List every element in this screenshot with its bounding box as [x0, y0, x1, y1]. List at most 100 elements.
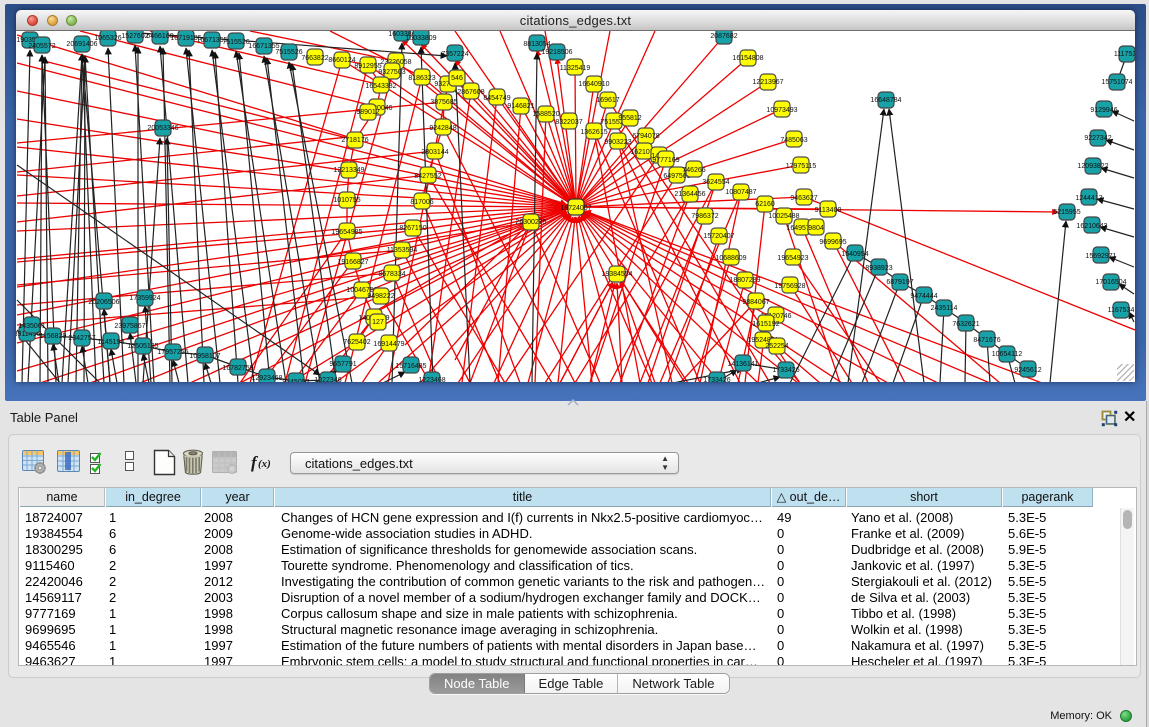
svg-text:23975867: 23975867	[114, 323, 145, 330]
svg-text:20053346: 20053346	[147, 125, 178, 132]
svg-text:1117534: 1117534	[1114, 51, 1135, 58]
svg-text:1156829: 1156829	[40, 333, 67, 340]
svg-text:15716485: 15716485	[395, 363, 426, 370]
svg-text:16648784: 16648784	[870, 97, 901, 104]
svg-text:9327503: 9327503	[378, 69, 405, 76]
svg-text:17957255: 17957255	[157, 349, 188, 356]
svg-text:9129946: 9129946	[1090, 107, 1117, 114]
svg-text:16543382: 16543382	[365, 83, 396, 90]
svg-text:10025488: 10025488	[768, 213, 799, 220]
svg-text:8427552: 8427552	[414, 173, 441, 180]
svg-text:7485063: 7485063	[780, 137, 807, 144]
svg-text:817006: 817006	[410, 199, 433, 206]
svg-text:3875685: 3875685	[430, 99, 457, 106]
svg-text:15751074: 15751074	[1101, 79, 1132, 86]
svg-text:16782759: 16782759	[222, 365, 253, 372]
svg-text:16210643: 16210643	[1076, 223, 1107, 230]
svg-text:2803144: 2803144	[421, 149, 448, 156]
svg-text:1244413: 1244413	[1075, 195, 1102, 202]
svg-text:746266: 746266	[682, 167, 705, 174]
svg-text:1615192: 1615192	[752, 321, 779, 328]
svg-text:19654985: 19654985	[331, 229, 362, 236]
svg-text:9777169: 9777169	[652, 157, 679, 164]
svg-text:1362615: 1362615	[580, 129, 607, 136]
svg-text:8267150: 8267150	[399, 225, 426, 232]
svg-text:9804: 9804	[808, 225, 824, 232]
svg-text:1145194: 1145194	[98, 339, 125, 346]
svg-text:2087682: 2087682	[710, 33, 737, 40]
svg-text:19384554: 19384554	[601, 271, 632, 278]
svg-text:12213349: 12213349	[333, 167, 364, 174]
svg-text:1167534: 1167534	[1108, 307, 1135, 314]
svg-text:1223468: 1223468	[418, 377, 445, 382]
svg-text:(x): (x)	[258, 458, 271, 470]
svg-text:8678334: 8678334	[378, 271, 405, 278]
svg-text:9498222: 9498222	[367, 293, 394, 300]
svg-text:7663822: 7663822	[301, 55, 328, 62]
svg-text:16914479: 16914479	[373, 341, 404, 348]
svg-text:10688609: 10688609	[715, 255, 746, 262]
svg-text:16640910: 16640910	[578, 81, 609, 88]
svg-text:16154808: 16154808	[732, 55, 763, 62]
svg-text:19654923: 19654923	[777, 255, 808, 262]
svg-text:17359924: 17359924	[129, 295, 160, 302]
svg-text:3624554: 3624554	[702, 179, 729, 186]
svg-text:9242848: 9242848	[429, 125, 456, 132]
svg-text:1022346: 1022346	[314, 377, 341, 382]
svg-text:9903223: 9903223	[604, 139, 631, 146]
svg-text:6794078: 6794078	[632, 133, 659, 140]
svg-text:1527602: 1527602	[121, 33, 148, 40]
svg-text:21364456: 21364456	[674, 191, 705, 198]
svg-text:7515526: 7515526	[275, 49, 302, 56]
svg-text:11353594: 11353594	[387, 247, 418, 254]
svg-text:20206506: 20206506	[88, 299, 119, 306]
svg-text:2342757: 2342757	[68, 335, 95, 342]
svg-text:12923468: 12923468	[251, 375, 282, 382]
svg-text:19756928: 19756928	[774, 283, 805, 290]
svg-text:14136141: 14136141	[727, 361, 758, 368]
svg-text:9699695: 9699695	[819, 239, 846, 246]
svg-text:10807487: 10807487	[725, 189, 756, 196]
svg-text:9146821: 9146821	[507, 103, 534, 110]
svg-text:20691406: 20691406	[66, 41, 97, 48]
svg-text:2435114: 2435114	[931, 305, 958, 312]
svg-text:169617: 169617	[596, 97, 619, 104]
svg-text:2405572: 2405572	[28, 43, 55, 50]
svg-text:9245052: 9245052	[282, 379, 309, 382]
svg-text:7986372: 7986372	[691, 213, 718, 220]
svg-text:9245612: 9245612	[1014, 367, 1041, 374]
svg-text:10958107: 10958107	[189, 353, 220, 360]
svg-text:1733426: 1733426	[703, 377, 730, 382]
svg-text:8471676: 8471676	[973, 337, 1000, 344]
svg-text:9463627: 9463627	[790, 195, 817, 202]
svg-text:12213967: 12213967	[752, 79, 783, 86]
svg-text:8322037: 8322037	[555, 119, 582, 126]
svg-text:1010755: 1010755	[333, 197, 360, 204]
svg-text:17016504: 17016504	[1095, 279, 1126, 286]
svg-text:2867608: 2867608	[457, 89, 484, 96]
svg-text:12093822: 12093822	[1077, 163, 1108, 170]
svg-text:16033809: 16033809	[405, 35, 436, 42]
svg-text:546: 546	[451, 75, 463, 82]
svg-text:19218506: 19218506	[541, 49, 572, 56]
svg-text:9113400: 9113400	[815, 207, 842, 214]
svg-text:8454749: 8454749	[483, 95, 510, 102]
svg-text:9657791: 9657791	[329, 361, 356, 368]
svg-text:15692971: 15692971	[1085, 253, 1116, 260]
svg-text:9474444: 9474444	[910, 293, 937, 300]
svg-text:10654112: 10654112	[992, 351, 1023, 358]
svg-text:6879197: 6879197	[886, 279, 913, 286]
svg-text:8938923: 8938923	[865, 265, 892, 272]
svg-text:5215955: 5215955	[1053, 209, 1080, 216]
svg-text:12505135: 12505135	[127, 343, 158, 350]
svg-text:10973493: 10973493	[766, 107, 797, 114]
svg-text:1733426: 1733426	[772, 367, 799, 374]
svg-text:17975115: 17975115	[786, 163, 817, 170]
svg-text:18807289: 18807289	[729, 277, 760, 284]
svg-text:18724007: 18724007	[560, 205, 591, 212]
svg-text:127: 127	[372, 319, 384, 326]
svg-text:8813054: 8813054	[523, 41, 550, 48]
svg-text:9884067: 9884067	[742, 299, 769, 306]
svg-text:8660124: 8660124	[328, 57, 355, 64]
svg-text:7357224: 7357224	[441, 51, 468, 58]
